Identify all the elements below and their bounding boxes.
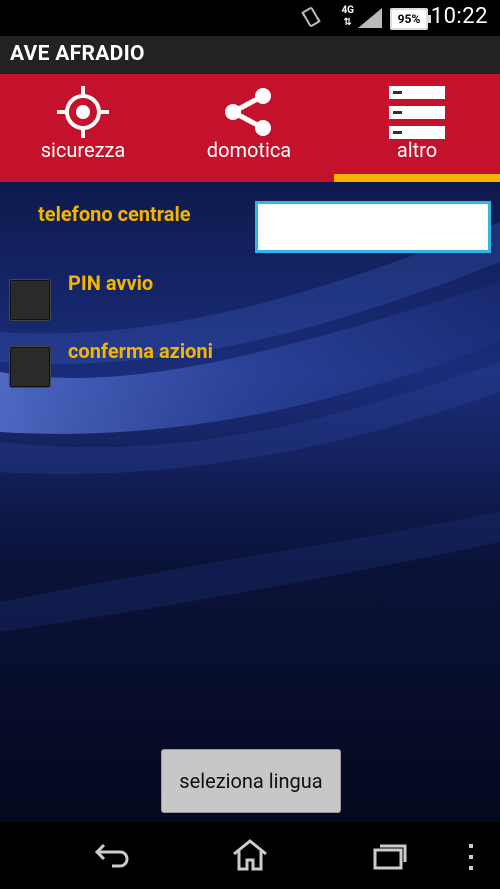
select-language-button[interactable]: seleziona lingua bbox=[161, 749, 341, 813]
navigation-bar bbox=[0, 822, 500, 889]
clock: 10:22 bbox=[430, 4, 488, 29]
back-icon[interactable] bbox=[94, 840, 130, 874]
menu-icon[interactable] bbox=[466, 842, 476, 876]
tab-altro[interactable]: altro bbox=[334, 74, 500, 182]
home-icon[interactable] bbox=[231, 838, 269, 876]
action-bar: AVE AFRADIO bbox=[0, 36, 500, 74]
status-bar: 4G ⇅ 95% 10:22 bbox=[0, 0, 500, 36]
settings-panel: telefono centrale PIN avvio conferma azi… bbox=[0, 182, 500, 822]
confirm-actions-checkbox[interactable] bbox=[9, 346, 51, 388]
tab-label: sicurezza bbox=[40, 138, 126, 162]
tab-sicurezza[interactable]: sicurezza bbox=[0, 74, 166, 182]
battery-icon: 95% bbox=[390, 8, 431, 30]
pin-checkbox[interactable] bbox=[9, 279, 51, 321]
phone-label: telefono centrale bbox=[38, 202, 191, 226]
pin-label: PIN avvio bbox=[68, 271, 154, 295]
signal-icon bbox=[358, 8, 382, 32]
share-icon bbox=[221, 84, 277, 144]
network-type-indicator: 4G ⇅ bbox=[341, 5, 354, 28]
vibrate-icon bbox=[300, 6, 322, 32]
app-title: AVE AFRADIO bbox=[10, 42, 145, 66]
list-icon bbox=[388, 84, 446, 146]
tab-label: altro bbox=[396, 138, 438, 162]
phone-input[interactable] bbox=[255, 201, 491, 253]
confirm-actions-label: conferma azioni bbox=[68, 339, 213, 363]
tab-domotica[interactable]: domotica bbox=[166, 74, 332, 182]
tab-label: domotica bbox=[206, 138, 292, 162]
recents-icon[interactable] bbox=[372, 842, 408, 874]
active-tab-indicator bbox=[334, 174, 500, 182]
target-icon bbox=[55, 84, 111, 144]
tab-bar: sicurezza domotica altro bbox=[0, 74, 500, 182]
